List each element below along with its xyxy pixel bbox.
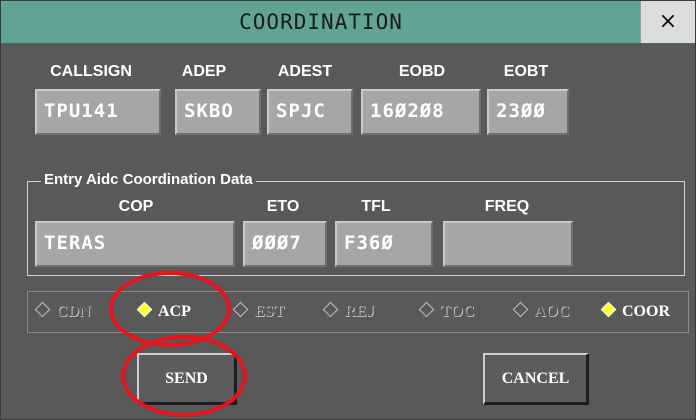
eto-label: ETO	[266, 198, 300, 215]
callsign-field[interactable]: TPU141	[35, 89, 161, 135]
eobd-field[interactable]: 16Ø2Ø8	[361, 89, 481, 135]
send-button[interactable]: SEND	[137, 353, 237, 405]
title-bar[interactable]: COORDINATION ×	[1, 1, 695, 44]
radio-acp-label: ACP	[158, 303, 191, 320]
radio-acp[interactable]: ACP	[136, 291, 191, 333]
radio-cdn[interactable]: CDN	[34, 291, 91, 333]
radio-est[interactable]: EST	[232, 291, 285, 333]
radio-rej-label: REJ	[344, 303, 375, 320]
freq-label: FREQ	[484, 198, 530, 215]
radio-cdn-marker-icon	[34, 301, 51, 318]
tfl-label: TFL	[361, 198, 391, 215]
cancel-button[interactable]: CANCEL	[483, 353, 589, 405]
adest-field[interactable]: SPJC	[267, 89, 353, 135]
coordination-window: COORDINATION × CALLSIGN ADEP ADEST EOBD …	[0, 0, 696, 420]
radio-toc[interactable]: TOC	[418, 291, 475, 333]
tfl-field[interactable]: F36Ø	[335, 221, 433, 267]
radio-toc-marker-icon	[418, 301, 435, 318]
radio-cdn-label: CDN	[56, 303, 91, 320]
radio-est-marker-icon	[232, 301, 249, 318]
eobt-field[interactable]: 23ØØ	[487, 89, 569, 135]
eto-field[interactable]: ØØØ7	[243, 221, 327, 267]
radio-est-label: EST	[254, 303, 285, 320]
radio-aoc[interactable]: AOC	[512, 291, 570, 333]
radio-coor[interactable]: COOR	[600, 291, 670, 333]
callsign-label: CALLSIGN	[50, 63, 132, 80]
radio-coor-label: COOR	[622, 303, 670, 320]
entry-aidc-legend: Entry Aidc Coordination Data	[41, 171, 256, 188]
radio-acp-marker-icon	[136, 301, 153, 318]
radio-rej-marker-icon	[322, 301, 339, 318]
radio-coor-marker-icon	[600, 301, 617, 318]
eobt-label: EOBT	[503, 63, 549, 80]
eobd-label: EOBD	[398, 63, 446, 80]
freq-field[interactable]	[443, 221, 573, 267]
radio-aoc-label: AOC	[534, 303, 570, 320]
radio-aoc-marker-icon	[512, 301, 529, 318]
adep-label: ADEP	[181, 63, 227, 80]
window-title: COORDINATION	[239, 10, 403, 34]
close-button[interactable]: ×	[640, 1, 695, 43]
adep-field[interactable]: SKBO	[175, 89, 261, 135]
radio-rej[interactable]: REJ	[322, 291, 375, 333]
radio-toc-label: TOC	[440, 303, 475, 320]
cop-field[interactable]: TERAS	[35, 221, 235, 267]
adest-label: ADEST	[277, 63, 333, 80]
cop-label: COP	[118, 198, 154, 215]
